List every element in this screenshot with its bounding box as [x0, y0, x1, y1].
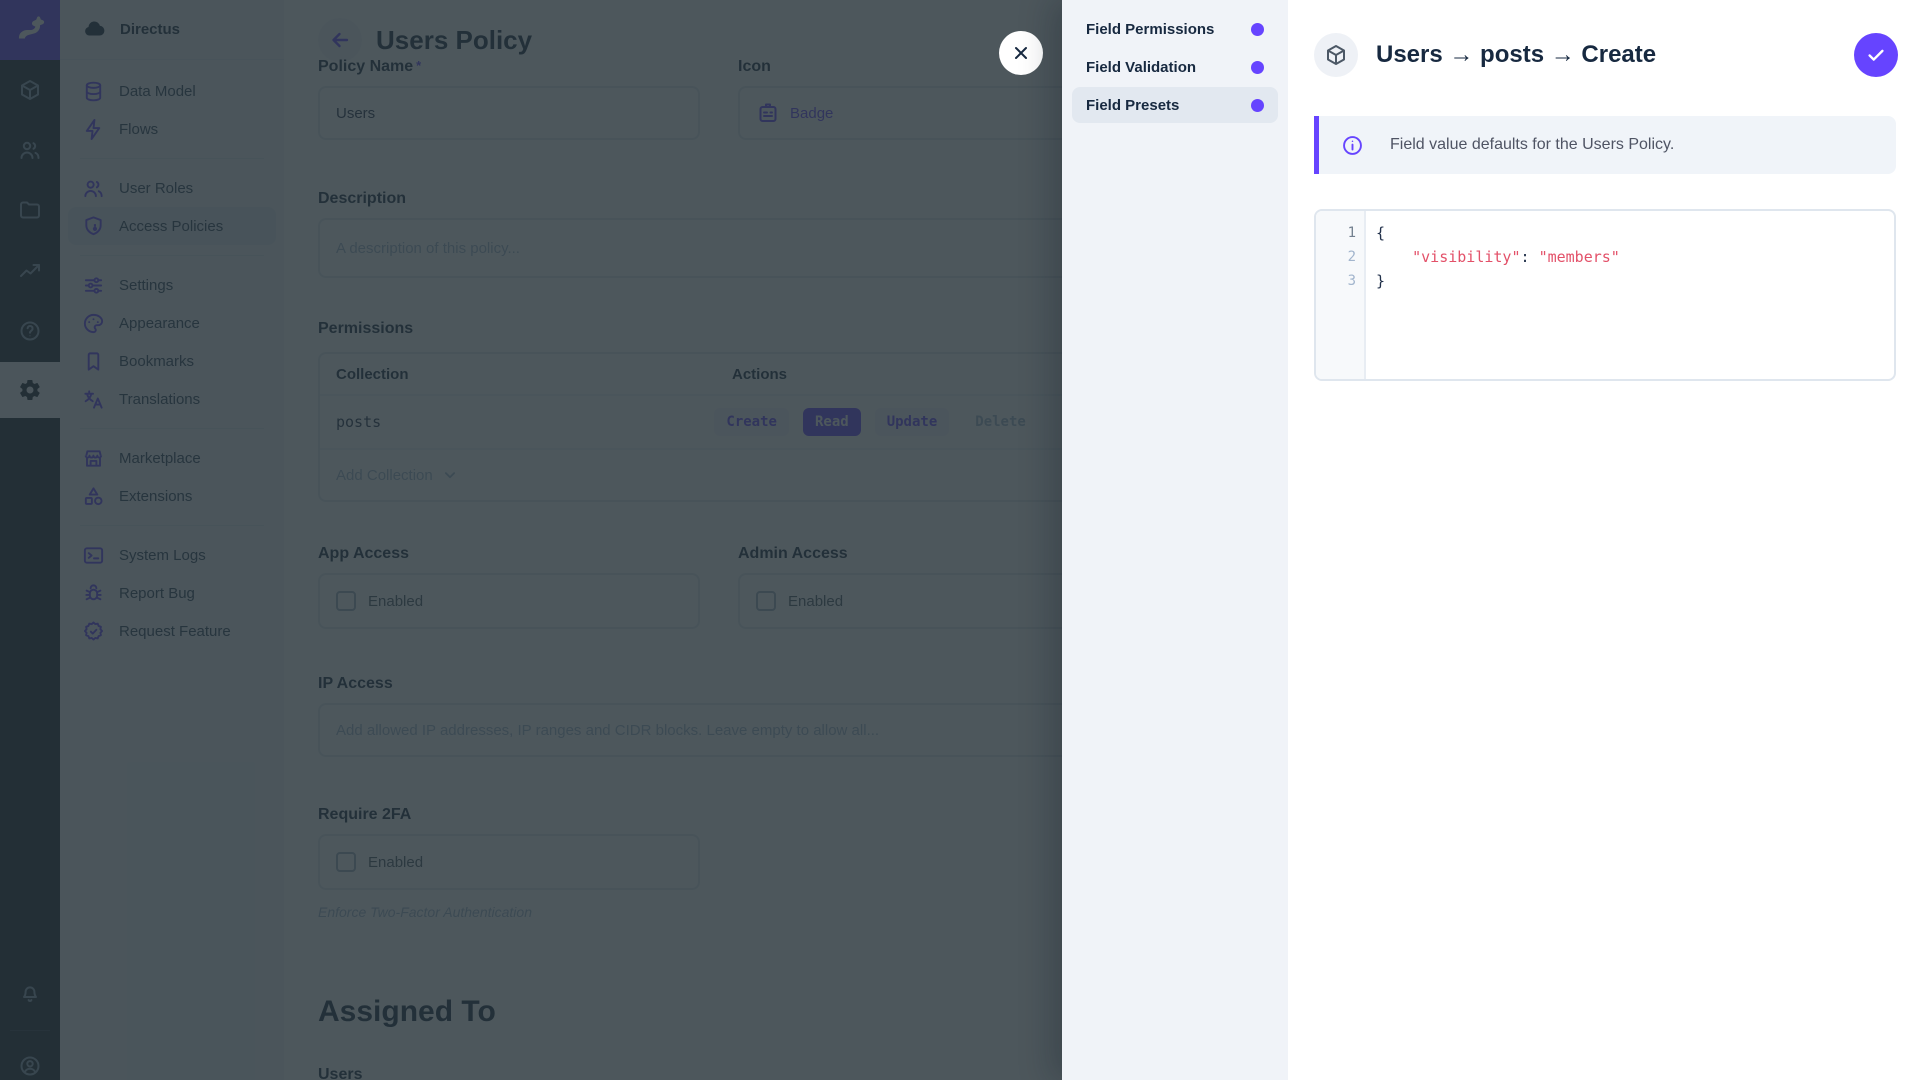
drawer-menu-field-permissions[interactable]: Field Permissions	[1072, 11, 1278, 47]
drawer-menu-label: Field Presets	[1086, 97, 1179, 114]
cube-icon	[1324, 43, 1348, 67]
drawer-header-icon-circle	[1314, 33, 1358, 77]
editor-gutter: 1 2 3	[1316, 211, 1366, 379]
presets-code-editor[interactable]: 1 2 3 { "visibility": "members"}	[1314, 209, 1896, 381]
line-number: 2	[1348, 249, 1356, 265]
drawer-menu-label: Field Validation	[1086, 59, 1196, 76]
info-icon	[1341, 134, 1364, 157]
drawer-content: Users → posts → Create Field value defau…	[1288, 0, 1920, 1080]
drawer-menu-field-presets[interactable]: Field Presets	[1072, 87, 1278, 123]
json-value: "members"	[1539, 248, 1620, 266]
json-key: "visibility"	[1412, 248, 1520, 266]
drawer-menu-label: Field Permissions	[1086, 21, 1214, 38]
drawer-header: Users → posts → Create	[1314, 33, 1898, 77]
close-icon	[1011, 43, 1031, 63]
info-notice: Field value defaults for the Users Polic…	[1314, 116, 1896, 174]
status-dot	[1251, 99, 1264, 112]
status-dot	[1251, 23, 1264, 36]
confirm-button[interactable]	[1854, 33, 1898, 77]
drawer-menu-field-validation[interactable]: Field Validation	[1072, 49, 1278, 85]
status-dot	[1251, 61, 1264, 74]
field-presets-drawer: Field Permissions Field Validation Field…	[1062, 0, 1920, 1080]
check-icon	[1865, 44, 1887, 66]
drawer-menu: Field Permissions Field Validation Field…	[1062, 0, 1288, 1080]
editor-code: { "visibility": "members"}	[1366, 211, 1620, 379]
drawer-title: Users → posts → Create	[1376, 41, 1656, 69]
line-number: 1	[1348, 225, 1356, 241]
drawer-close-button[interactable]	[999, 31, 1043, 75]
notice-text: Field value defaults for the Users Polic…	[1390, 136, 1674, 154]
line-number: 3	[1348, 273, 1356, 289]
